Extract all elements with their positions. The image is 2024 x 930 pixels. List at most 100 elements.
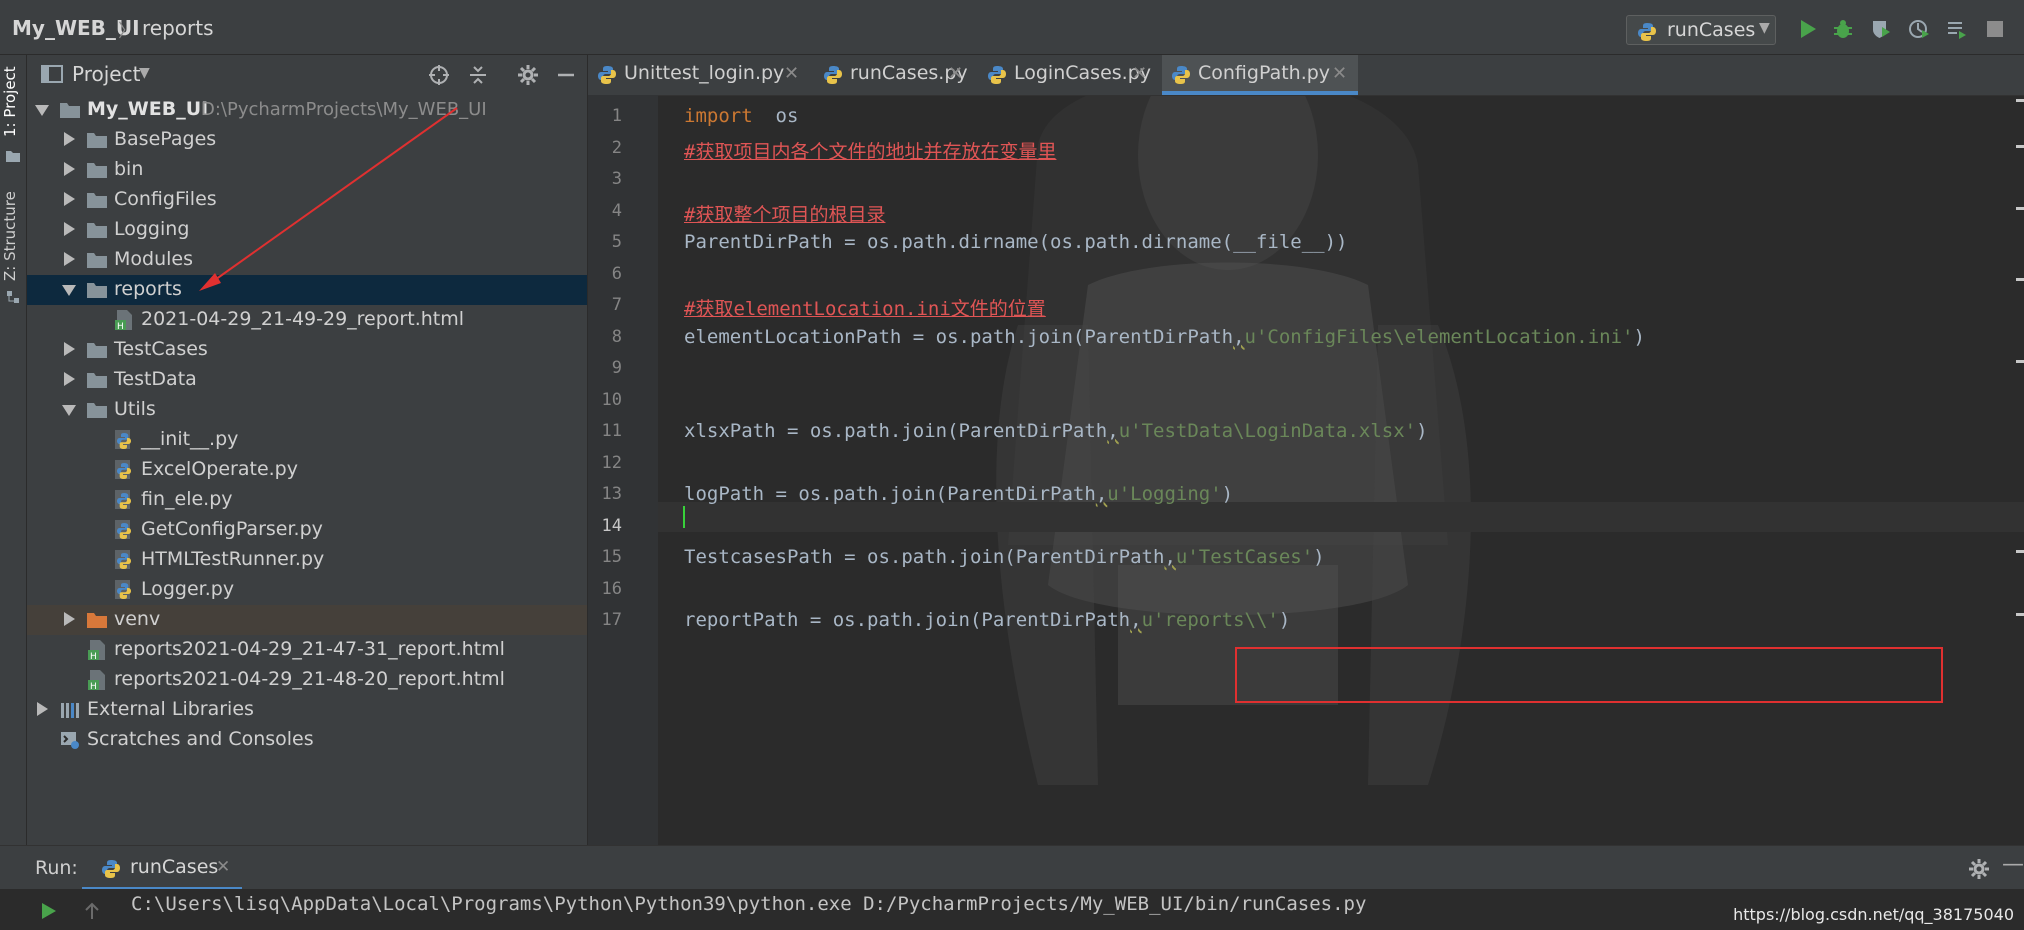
- tree-item-fin-ele-py[interactable]: fin_ele.py: [27, 485, 587, 515]
- code-line[interactable]: elementLocationPath = os.path.join(Paren…: [684, 326, 1645, 348]
- editor-tab-bar: Unittest_login.py ✕ runCases.py ✕ LoginCases…: [588, 55, 2024, 96]
- tree-item-external-libraries[interactable]: External Libraries: [27, 695, 587, 725]
- run-console[interactable]: C:\Users\lisq\AppData\Local\Programs\Pyt…: [0, 889, 2024, 930]
- scrollbar-markers[interactable]: [2016, 95, 2024, 795]
- code-line[interactable]: reportPath = os.path.join(ParentDirPath,…: [684, 609, 1290, 631]
- line-number: 17: [601, 610, 622, 630]
- gear-icon[interactable]: [1968, 858, 1990, 884]
- tree-item-logger-py[interactable]: Logger.py: [27, 575, 587, 605]
- close-icon[interactable]: ✕: [1132, 63, 1147, 84]
- code-line[interactable]: TestcasesPath = os.path.join(ParentDirPa…: [684, 546, 1325, 568]
- code-line[interactable]: import os: [684, 105, 798, 127]
- left-tool-strip: 1: Project Z: Structure: [0, 55, 27, 845]
- code-line[interactable]: #获取项目内各个文件的地址并存放在变量里: [684, 137, 1056, 164]
- code-line[interactable]: xlsxPath = os.path.join(ParentDirPath,u'…: [684, 420, 1428, 442]
- tree-item-reports2021-04-29-21-47-31-report-html[interactable]: Hreports2021-04-29_21-47-31_report.html: [27, 635, 587, 665]
- line-number: 5: [611, 232, 622, 252]
- code-editor[interactable]: Unittest_login.py ✕ runCases.py ✕ LoginCases…: [588, 55, 2024, 845]
- python-file-icon: [986, 64, 1008, 90]
- run-configuration-select[interactable]: runCases ▼: [1626, 15, 1776, 45]
- code-token: ParentDirPath = os.path.dirname(os.path.…: [684, 231, 1348, 253]
- arrow-up-icon[interactable]: [82, 901, 102, 925]
- editor-tab-label: Unittest_login.py: [624, 62, 785, 84]
- python-file-icon: [822, 64, 844, 90]
- chevron-right-icon[interactable]: [37, 702, 48, 716]
- stop-icon[interactable]: [1984, 18, 2010, 44]
- line-number: 13: [601, 484, 622, 504]
- coverage-icon[interactable]: [1870, 18, 1896, 44]
- scratch-icon: [59, 729, 81, 751]
- code-token: import: [684, 105, 753, 127]
- code-token: u'TestData\LoginData.xlsx': [1118, 420, 1417, 442]
- console-command-output: C:\Users\lisq\AppData\Local\Programs\Pyt…: [131, 893, 1367, 915]
- build-icon[interactable]: [1946, 18, 1972, 44]
- code-token: ,: [1164, 546, 1176, 568]
- line-number: 9: [611, 358, 622, 378]
- code-token: os: [752, 105, 799, 127]
- code-line[interactable]: logPath = os.path.join(ParentDirPath,u'L…: [684, 483, 1233, 505]
- tab-project-tool[interactable]: 1: Project: [1, 66, 19, 137]
- editor-tab-label: ConfigPath.py: [1198, 62, 1331, 84]
- code-line[interactable]: #获取elementLocation.ini文件的位置: [684, 294, 1046, 321]
- code-token: ): [1313, 546, 1325, 568]
- code-token: ,: [1107, 420, 1119, 442]
- python-file-icon: [1170, 64, 1192, 90]
- run-icon[interactable]: [1797, 18, 1823, 44]
- tree-item-exceloperate-py[interactable]: ExcelOperate.py: [27, 455, 587, 485]
- editor-tab-label: LoginCases.py: [1014, 62, 1151, 84]
- python-file-icon: [596, 64, 618, 90]
- line-number: 4: [611, 200, 622, 221]
- tree-item-htmltestrunner-py[interactable]: HTMLTestRunner.py: [27, 545, 587, 575]
- chevron-right-icon[interactable]: [64, 372, 75, 386]
- python-file-icon: [113, 429, 135, 451]
- close-icon[interactable]: ✕: [948, 63, 963, 84]
- close-icon[interactable]: ✕: [216, 857, 230, 877]
- code-token: logPath = os.path.join(ParentDirPath: [684, 483, 1096, 505]
- python-file-icon: [113, 549, 135, 571]
- profile-icon[interactable]: [1908, 18, 1934, 44]
- tree-item-label: reports2021-04-29_21-47-31_report.html: [114, 638, 505, 660]
- tree-item-testdata[interactable]: TestData: [27, 365, 587, 395]
- code-token: u'reports\\': [1141, 609, 1279, 631]
- code-line[interactable]: ParentDirPath = os.path.dirname(os.path.…: [684, 231, 1347, 253]
- debug-icon[interactable]: [1832, 18, 1858, 44]
- line-number: 2: [611, 137, 622, 158]
- code-token: #获取整个项目的根目录: [684, 203, 886, 226]
- chevron-down-icon[interactable]: [62, 405, 76, 416]
- tree-item-label: Scratches and Consoles: [87, 728, 314, 750]
- breadcrumb-separator: 〉: [118, 21, 136, 42]
- line-number: 7: [611, 295, 622, 315]
- code-token: u'Logging': [1107, 483, 1222, 505]
- tree-item-getconfigparser-py[interactable]: GetConfigParser.py: [27, 515, 587, 545]
- tree-item-utils[interactable]: Utils: [27, 395, 587, 425]
- tree-item-init-py[interactable]: __init__.py: [27, 425, 587, 455]
- tab-structure-tool[interactable]: Z: Structure: [1, 191, 19, 281]
- chevron-right-icon[interactable]: [64, 612, 75, 626]
- rerun-icon[interactable]: [38, 901, 58, 925]
- editor-tab-unittest-login-py[interactable]: Unittest_login.py ✕: [588, 55, 810, 95]
- editor-tab-logincases-py[interactable]: LoginCases.py ✕: [978, 55, 1158, 95]
- run-tab[interactable]: runCases ✕: [82, 846, 242, 890]
- code-token: ,: [1095, 483, 1108, 505]
- tree-item-label: reports2021-04-29_21-48-20_report.html: [114, 668, 505, 690]
- close-icon[interactable]: ✕: [1332, 63, 1347, 84]
- code-token: #获取项目内各个文件的地址并存放在变量里: [684, 140, 1057, 163]
- code-token: #获取elementLocation.ini文件的位置: [684, 298, 1046, 320]
- run-configuration-label: runCases: [1667, 19, 1756, 41]
- breadcrumb-folder[interactable]: reports: [142, 16, 214, 40]
- hide-panel-icon[interactable]: —: [2002, 852, 2024, 877]
- editor-tab-runcases-py[interactable]: runCases.py ✕: [814, 55, 974, 95]
- python-file-icon: [113, 459, 135, 481]
- python-icon: [100, 858, 122, 884]
- structure-tool-icon[interactable]: [6, 289, 20, 308]
- tree-item-scratches-and-consoles[interactable]: Scratches and Consoles: [27, 725, 587, 755]
- tree-item-venv[interactable]: venv: [27, 605, 587, 635]
- code-token: ): [1278, 609, 1291, 631]
- tree-item-label: __init__.py: [141, 428, 239, 450]
- editor-tab-configpath-py[interactable]: ConfigPath.py ✕: [1162, 55, 1358, 95]
- project-tool-icon[interactable]: [5, 148, 21, 167]
- close-icon[interactable]: ✕: [784, 63, 799, 84]
- code-token: u'TestCases': [1175, 546, 1314, 568]
- code-line[interactable]: #获取整个项目的根目录: [684, 200, 885, 227]
- tree-item-reports2021-04-29-21-48-20-report-html[interactable]: Hreports2021-04-29_21-48-20_report.html: [27, 665, 587, 695]
